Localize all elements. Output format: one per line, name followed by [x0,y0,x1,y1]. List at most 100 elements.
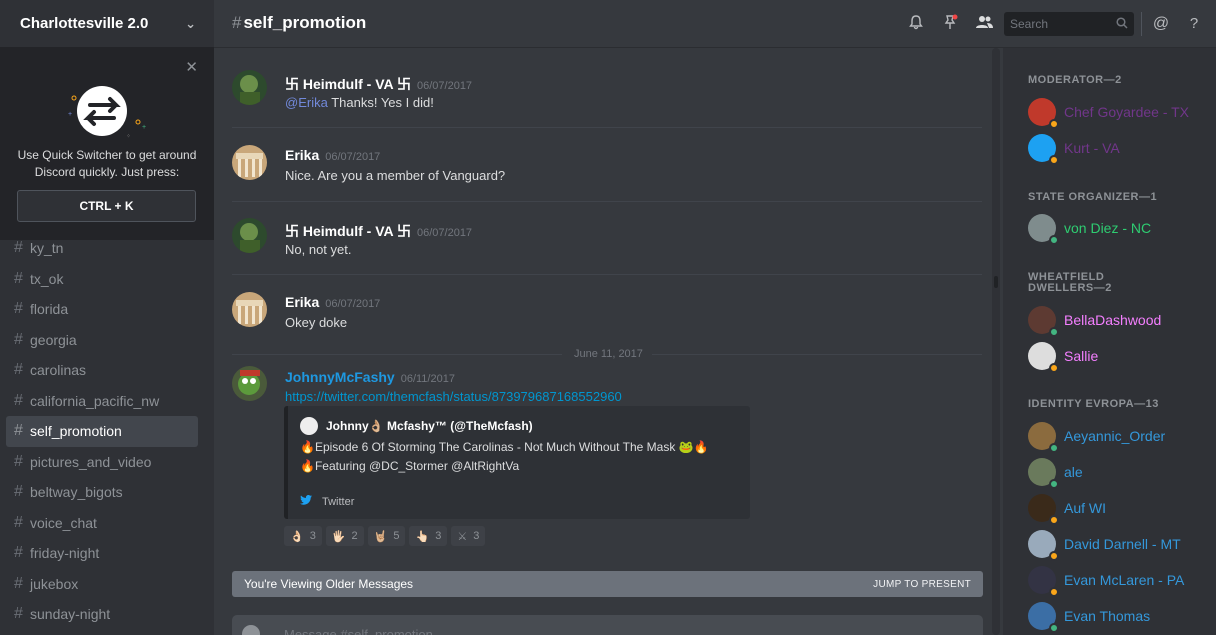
reaction-emoji: ⚔ [457,530,468,543]
older-messages-bar[interactable]: You're Viewing Older Messages JUMP TO PR… [232,571,983,597]
chat-header: # self_promotion Search @ ? [214,0,1216,48]
avatar[interactable] [232,292,267,327]
avatar[interactable] [232,218,267,253]
member-name: Kurt - VA [1064,140,1120,156]
message: Erika 06/07/2017 Okey doke [232,290,982,340]
reaction-emoji: 👌🏻 [290,530,304,543]
search-input[interactable]: Search [1004,12,1134,36]
role-header: IDENTITY EVROPA—13 [1028,398,1159,410]
hash-icon: # [14,513,23,531]
reaction-button[interactable]: 👌🏻 3 [284,526,322,546]
bell-icon[interactable] [906,14,926,34]
members-icon[interactable] [974,14,994,34]
server-header[interactable]: Charlottesville 2.0 ⌄ [0,0,214,48]
embed-avatar [300,417,318,435]
message-author[interactable]: Erika 06/07/2017 [285,294,380,310]
member-item[interactable]: Evan McLaren - PA [1028,564,1213,597]
hash-icon: # [14,269,23,287]
member-item[interactable]: Aeyannic_Order [1028,420,1213,453]
role-header: STATE ORGANIZER—1 [1028,191,1158,203]
reaction-count: 3 [473,530,480,542]
channel-item[interactable]: # georgia [6,325,198,356]
channel-item[interactable]: # self_promotion [6,416,198,447]
channel-item[interactable]: # beltway_bigots [6,477,198,508]
message-author[interactable]: JohnnyMcFashy 06/11/2017 [285,369,455,385]
channel-name: carolinas [30,362,87,379]
reaction-button[interactable]: ⚔ 3 [451,526,486,546]
channel-item[interactable]: # jukebox [6,569,198,600]
message: 卐 Heimdulf - VA 卐 06/07/2017 @Erika Thank… [232,68,982,118]
channel-list: # ky_tn # tx_ok # florida # georgia # carolinas # c… [0,233,214,630]
avatar[interactable] [232,366,267,401]
message-text: Nice. Are you a member of Vanguard? [285,168,506,183]
channel-name: self_promotion [30,423,122,440]
member-item[interactable]: ale [1028,456,1213,489]
member-name: Aeyannic_Order [1064,428,1166,444]
member-name: Chef Goyardee - TX [1064,104,1190,120]
status-indicator [1049,515,1059,525]
scrollbar-thumb[interactable] [994,276,998,288]
member-item[interactable]: Chef Goyardee - TX [1028,96,1213,129]
close-icon[interactable]: ✕ [185,58,198,76]
channel-item[interactable]: # pictures_and_video [6,447,198,478]
channel-item[interactable]: # sunday-night [6,599,198,630]
help-icon[interactable]: ? [1184,14,1204,34]
reaction-count: 2 [351,530,358,542]
member-item[interactable]: Evan Thomas [1028,600,1213,633]
hash-icon: # [14,361,23,379]
upload-icon[interactable] [242,625,260,635]
channel-name: georgia [30,331,77,348]
hash-icon: # [14,544,23,562]
member-item[interactable]: Sallie [1028,340,1213,373]
channel-item[interactable]: # florida [6,294,198,325]
member-item[interactable]: von Diez - NC [1028,212,1213,245]
message-divider [232,274,982,275]
member-item[interactable]: David Darnell - MT [1028,528,1213,561]
reaction-button[interactable]: 👆🏻 3 [409,526,448,546]
message-composer[interactable]: Message #self_promotion [232,615,983,635]
twitter-icon [300,495,312,508]
chevron-down-icon[interactable]: ⌄ [185,16,196,32]
avatar[interactable] [232,70,267,105]
channel-item[interactable]: # carolinas [6,355,198,386]
avatar[interactable] [232,145,267,180]
composer-placeholder: Message #self_promotion [284,627,433,635]
channel-item[interactable]: # california_pacific_nw [6,386,198,417]
quick-switcher-popout: ✕ + + ⁘ Use Quick Switcher to get around… [0,48,214,240]
date-separator: June 11, 2017 [232,348,982,360]
embed-author[interactable]: Johnny👌🏼 Mcfashy™ (@TheMcfash) [300,417,533,435]
channel-item[interactable]: # voice_chat [6,508,198,539]
channel-item[interactable]: # friday-night [6,538,198,569]
channel-name: voice_chat [30,514,97,531]
message-author[interactable]: 卐 Heimdulf - VA 卐 06/07/2017 [285,221,472,241]
jump-to-present-button[interactable]: JUMP TO PRESENT [873,579,971,590]
message-author[interactable]: Erika 06/07/2017 [285,147,380,163]
pin-icon[interactable] [940,14,960,34]
hash-icon: # [14,422,23,440]
member-name: Sallie [1064,348,1099,364]
avatar [1028,422,1059,453]
reaction-count: 5 [393,530,400,542]
status-indicator [1049,587,1059,597]
member-item[interactable]: Kurt - VA [1028,132,1213,165]
hash-icon: # [14,330,23,348]
avatar [1028,530,1059,561]
tweet-link[interactable]: https://twitter.com/themcfash/status/873… [285,389,622,404]
channel-item[interactable]: # ky_tn [6,233,198,264]
scrollbar[interactable] [992,48,1000,635]
shortcut-key[interactable]: CTRL + K [17,190,196,222]
mention-icon[interactable]: @ [1151,14,1171,34]
member-item[interactable]: BellaDashwood [1028,304,1213,337]
reaction-emoji: 👆🏻 [415,530,430,543]
message-author[interactable]: 卐 Heimdulf - VA 卐 06/07/2017 [285,74,472,94]
channel-item[interactable]: # tx_ok [6,264,198,295]
message: 卐 Heimdulf - VA 卐 06/07/2017 No, not yet. [232,216,982,266]
member-item[interactable]: Auf WI [1028,492,1213,525]
reaction-button[interactable]: 🤘🏼 5 [367,526,406,546]
status-indicator [1049,155,1059,165]
quick-switcher-text: Use Quick Switcher to get around Discord… [17,148,197,179]
server-name: Charlottesville 2.0 [20,15,149,32]
user-mention[interactable]: @Erika [285,95,328,110]
avatar [1028,458,1059,489]
reaction-button[interactable]: 🖐🏻 2 [325,526,364,546]
